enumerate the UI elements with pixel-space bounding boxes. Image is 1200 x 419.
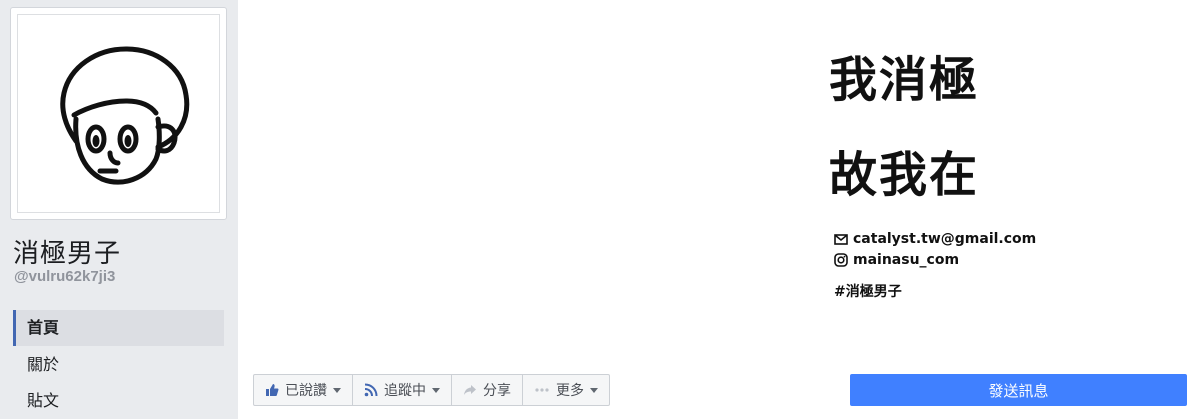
liked-button[interactable]: 已說讚	[254, 375, 353, 405]
contact-instagram: mainasu_com	[834, 252, 959, 268]
sidebar-item-label: 貼文	[27, 391, 60, 410]
mail-icon	[834, 234, 848, 245]
chevron-down-icon	[432, 387, 440, 393]
thumbs-up-icon	[266, 384, 279, 396]
sidebar-item-posts[interactable]: 貼文	[13, 383, 224, 419]
contact-email: catalyst.tw@gmail.com	[834, 231, 1036, 247]
more-label: 更多	[556, 383, 584, 399]
sidebar-item-about[interactable]: 關於	[13, 347, 224, 383]
following-label: 追蹤中	[384, 383, 426, 399]
ellipsis-icon	[535, 388, 549, 392]
sidebar-item-label: 關於	[27, 355, 60, 374]
liked-label: 已說讚	[285, 383, 327, 399]
page-handle[interactable]: @vulru62k7ji3	[14, 268, 115, 285]
cover-slogan-line-2: 故我在	[829, 147, 980, 203]
share-button[interactable]: 分享	[452, 375, 523, 405]
page-title[interactable]: 消極男子	[13, 233, 121, 270]
sidebar-item-home[interactable]: 首頁	[13, 310, 224, 346]
profile-picture[interactable]	[17, 14, 220, 213]
contact-instagram-text: mainasu_com	[853, 252, 960, 268]
send-message-button[interactable]: 發送訊息	[850, 374, 1187, 406]
more-button[interactable]: 更多	[523, 375, 609, 405]
rss-icon	[364, 383, 378, 397]
profile-picture-frame[interactable]	[10, 7, 227, 220]
share-label: 分享	[483, 383, 511, 399]
contact-email-text: catalyst.tw@gmail.com	[853, 231, 1037, 247]
following-button[interactable]: 追蹤中	[353, 375, 452, 405]
left-sidebar: 消極男子 @vulru62k7ji3 首頁 關於 貼文	[0, 0, 238, 419]
cover-photo[interactable]	[238, 0, 1200, 419]
chevron-down-icon	[590, 387, 598, 393]
share-arrow-icon	[464, 385, 476, 395]
cover-hashtag: #消極男子	[834, 284, 902, 300]
page-action-bar: 已說讚 追蹤中 分享 更多	[253, 374, 610, 406]
sidebar-item-label: 首頁	[27, 318, 60, 337]
cover-slogan-line-1: 我消極	[829, 52, 980, 108]
instagram-icon	[834, 253, 848, 267]
chevron-down-icon	[333, 387, 341, 393]
cartoon-face-avatar	[60, 46, 190, 185]
